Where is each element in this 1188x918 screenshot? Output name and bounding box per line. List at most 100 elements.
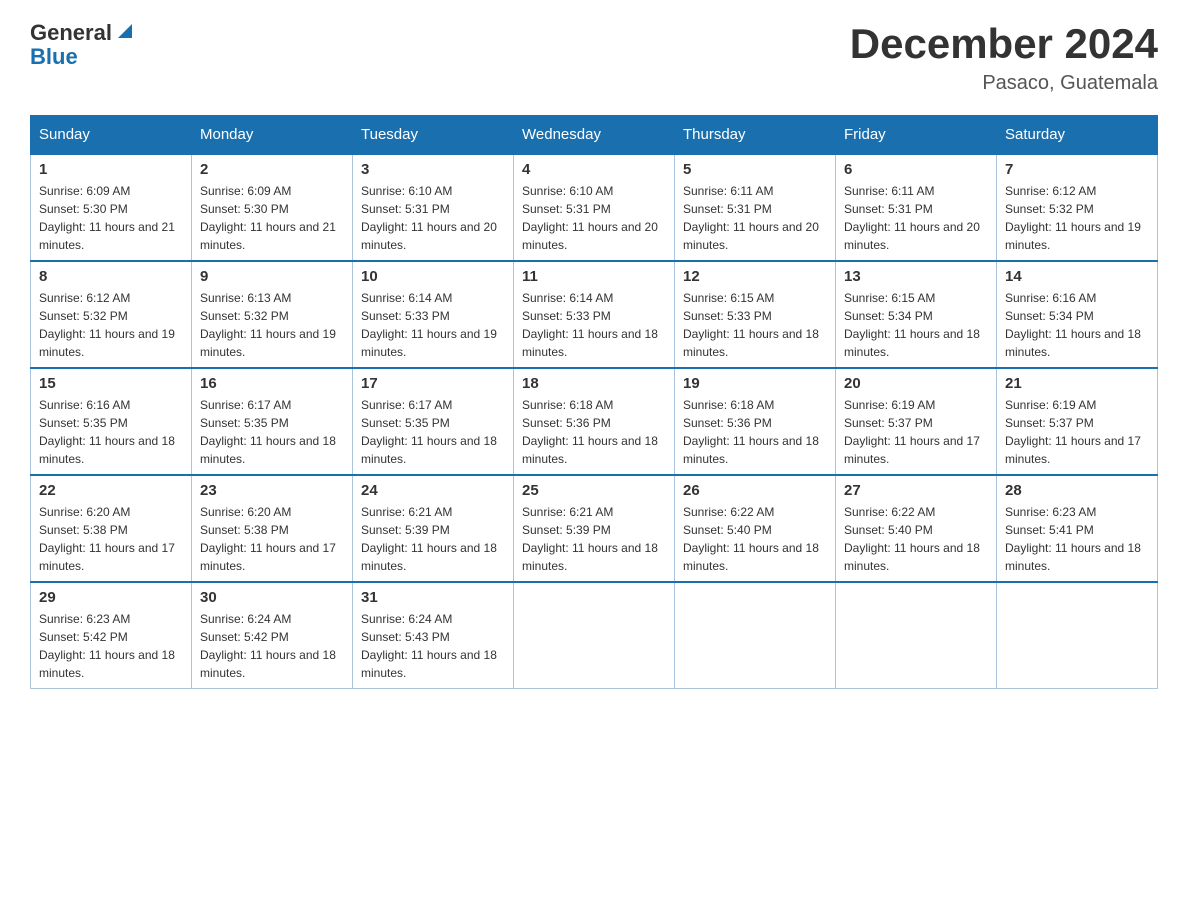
calendar-cell: 30 Sunrise: 6:24 AMSunset: 5:42 PMDaylig…	[192, 582, 353, 689]
day-number: 15	[39, 375, 183, 392]
day-info: Sunrise: 6:21 AMSunset: 5:39 PMDaylight:…	[522, 503, 666, 575]
calendar-cell: 14 Sunrise: 6:16 AMSunset: 5:34 PMDaylig…	[997, 261, 1158, 368]
calendar-week-row: 29 Sunrise: 6:23 AMSunset: 5:42 PMDaylig…	[31, 582, 1158, 689]
day-info: Sunrise: 6:11 AMSunset: 5:31 PMDaylight:…	[683, 182, 827, 254]
header-thursday: Thursday	[675, 116, 836, 155]
calendar-table: SundayMondayTuesdayWednesdayThursdayFrid…	[30, 115, 1158, 689]
calendar-cell	[514, 582, 675, 689]
calendar-cell: 4 Sunrise: 6:10 AMSunset: 5:31 PMDayligh…	[514, 154, 675, 261]
header-friday: Friday	[836, 116, 997, 155]
day-info: Sunrise: 6:10 AMSunset: 5:31 PMDaylight:…	[522, 182, 666, 254]
calendar-cell: 13 Sunrise: 6:15 AMSunset: 5:34 PMDaylig…	[836, 261, 997, 368]
calendar-cell: 2 Sunrise: 6:09 AMSunset: 5:30 PMDayligh…	[192, 154, 353, 261]
day-number: 22	[39, 482, 183, 499]
calendar-week-row: 15 Sunrise: 6:16 AMSunset: 5:35 PMDaylig…	[31, 368, 1158, 475]
day-info: Sunrise: 6:09 AMSunset: 5:30 PMDaylight:…	[39, 182, 183, 254]
day-info: Sunrise: 6:20 AMSunset: 5:38 PMDaylight:…	[39, 503, 183, 575]
day-info: Sunrise: 6:12 AMSunset: 5:32 PMDaylight:…	[39, 289, 183, 361]
calendar-cell: 12 Sunrise: 6:15 AMSunset: 5:33 PMDaylig…	[675, 261, 836, 368]
day-number: 11	[522, 268, 666, 285]
day-number: 10	[361, 268, 505, 285]
day-info: Sunrise: 6:19 AMSunset: 5:37 PMDaylight:…	[844, 396, 988, 468]
day-info: Sunrise: 6:11 AMSunset: 5:31 PMDaylight:…	[844, 182, 988, 254]
day-number: 20	[844, 375, 988, 392]
day-number: 27	[844, 482, 988, 499]
day-number: 24	[361, 482, 505, 499]
calendar-cell: 16 Sunrise: 6:17 AMSunset: 5:35 PMDaylig…	[192, 368, 353, 475]
calendar-cell: 28 Sunrise: 6:23 AMSunset: 5:41 PMDaylig…	[997, 475, 1158, 582]
day-info: Sunrise: 6:17 AMSunset: 5:35 PMDaylight:…	[361, 396, 505, 468]
day-info: Sunrise: 6:18 AMSunset: 5:36 PMDaylight:…	[522, 396, 666, 468]
day-info: Sunrise: 6:21 AMSunset: 5:39 PMDaylight:…	[361, 503, 505, 575]
day-number: 26	[683, 482, 827, 499]
calendar-cell: 10 Sunrise: 6:14 AMSunset: 5:33 PMDaylig…	[353, 261, 514, 368]
calendar-cell: 18 Sunrise: 6:18 AMSunset: 5:36 PMDaylig…	[514, 368, 675, 475]
calendar-cell: 5 Sunrise: 6:11 AMSunset: 5:31 PMDayligh…	[675, 154, 836, 261]
day-number: 19	[683, 375, 827, 392]
calendar-cell: 29 Sunrise: 6:23 AMSunset: 5:42 PMDaylig…	[31, 582, 192, 689]
day-info: Sunrise: 6:20 AMSunset: 5:38 PMDaylight:…	[200, 503, 344, 575]
day-info: Sunrise: 6:12 AMSunset: 5:32 PMDaylight:…	[1005, 182, 1149, 254]
day-info: Sunrise: 6:14 AMSunset: 5:33 PMDaylight:…	[361, 289, 505, 361]
day-number: 8	[39, 268, 183, 285]
day-info: Sunrise: 6:14 AMSunset: 5:33 PMDaylight:…	[522, 289, 666, 361]
day-info: Sunrise: 6:18 AMSunset: 5:36 PMDaylight:…	[683, 396, 827, 468]
day-info: Sunrise: 6:10 AMSunset: 5:31 PMDaylight:…	[361, 182, 505, 254]
calendar-cell: 20 Sunrise: 6:19 AMSunset: 5:37 PMDaylig…	[836, 368, 997, 475]
day-info: Sunrise: 6:16 AMSunset: 5:35 PMDaylight:…	[39, 396, 183, 468]
day-number: 6	[844, 161, 988, 178]
day-number: 3	[361, 161, 505, 178]
day-info: Sunrise: 6:24 AMSunset: 5:42 PMDaylight:…	[200, 610, 344, 682]
day-info: Sunrise: 6:09 AMSunset: 5:30 PMDaylight:…	[200, 182, 344, 254]
calendar-cell: 9 Sunrise: 6:13 AMSunset: 5:32 PMDayligh…	[192, 261, 353, 368]
calendar-week-row: 8 Sunrise: 6:12 AMSunset: 5:32 PMDayligh…	[31, 261, 1158, 368]
day-number: 13	[844, 268, 988, 285]
page-header: General Blue December 2024 Pasaco, Guate…	[30, 20, 1158, 95]
day-info: Sunrise: 6:15 AMSunset: 5:33 PMDaylight:…	[683, 289, 827, 361]
calendar-cell	[675, 582, 836, 689]
day-info: Sunrise: 6:24 AMSunset: 5:43 PMDaylight:…	[361, 610, 505, 682]
calendar-cell: 19 Sunrise: 6:18 AMSunset: 5:36 PMDaylig…	[675, 368, 836, 475]
day-number: 5	[683, 161, 827, 178]
day-info: Sunrise: 6:23 AMSunset: 5:41 PMDaylight:…	[1005, 503, 1149, 575]
calendar-cell: 27 Sunrise: 6:22 AMSunset: 5:40 PMDaylig…	[836, 475, 997, 582]
calendar-cell	[836, 582, 997, 689]
location-label: Pasaco, Guatemala	[850, 72, 1158, 95]
day-number: 2	[200, 161, 344, 178]
day-info: Sunrise: 6:13 AMSunset: 5:32 PMDaylight:…	[200, 289, 344, 361]
day-number: 12	[683, 268, 827, 285]
title-section: December 2024 Pasaco, Guatemala	[850, 20, 1158, 95]
month-title: December 2024	[850, 20, 1158, 68]
day-number: 7	[1005, 161, 1149, 178]
calendar-cell: 23 Sunrise: 6:20 AMSunset: 5:38 PMDaylig…	[192, 475, 353, 582]
day-info: Sunrise: 6:17 AMSunset: 5:35 PMDaylight:…	[200, 396, 344, 468]
day-info: Sunrise: 6:16 AMSunset: 5:34 PMDaylight:…	[1005, 289, 1149, 361]
calendar-cell: 1 Sunrise: 6:09 AMSunset: 5:30 PMDayligh…	[31, 154, 192, 261]
day-info: Sunrise: 6:22 AMSunset: 5:40 PMDaylight:…	[844, 503, 988, 575]
day-number: 16	[200, 375, 344, 392]
calendar-cell: 8 Sunrise: 6:12 AMSunset: 5:32 PMDayligh…	[31, 261, 192, 368]
day-number: 9	[200, 268, 344, 285]
day-number: 18	[522, 375, 666, 392]
header-monday: Monday	[192, 116, 353, 155]
day-info: Sunrise: 6:23 AMSunset: 5:42 PMDaylight:…	[39, 610, 183, 682]
header-saturday: Saturday	[997, 116, 1158, 155]
calendar-cell: 6 Sunrise: 6:11 AMSunset: 5:31 PMDayligh…	[836, 154, 997, 261]
day-number: 28	[1005, 482, 1149, 499]
calendar-cell: 31 Sunrise: 6:24 AMSunset: 5:43 PMDaylig…	[353, 582, 514, 689]
calendar-week-row: 22 Sunrise: 6:20 AMSunset: 5:38 PMDaylig…	[31, 475, 1158, 582]
calendar-cell: 25 Sunrise: 6:21 AMSunset: 5:39 PMDaylig…	[514, 475, 675, 582]
calendar-week-row: 1 Sunrise: 6:09 AMSunset: 5:30 PMDayligh…	[31, 154, 1158, 261]
header-sunday: Sunday	[31, 116, 192, 155]
logo-triangle-icon	[114, 20, 136, 42]
calendar-header-row: SundayMondayTuesdayWednesdayThursdayFrid…	[31, 116, 1158, 155]
day-info: Sunrise: 6:15 AMSunset: 5:34 PMDaylight:…	[844, 289, 988, 361]
calendar-cell: 21 Sunrise: 6:19 AMSunset: 5:37 PMDaylig…	[997, 368, 1158, 475]
day-info: Sunrise: 6:19 AMSunset: 5:37 PMDaylight:…	[1005, 396, 1149, 468]
logo: General Blue	[30, 20, 136, 70]
day-number: 17	[361, 375, 505, 392]
calendar-cell: 26 Sunrise: 6:22 AMSunset: 5:40 PMDaylig…	[675, 475, 836, 582]
day-number: 4	[522, 161, 666, 178]
logo-blue-text: Blue	[30, 44, 78, 70]
calendar-cell: 15 Sunrise: 6:16 AMSunset: 5:35 PMDaylig…	[31, 368, 192, 475]
